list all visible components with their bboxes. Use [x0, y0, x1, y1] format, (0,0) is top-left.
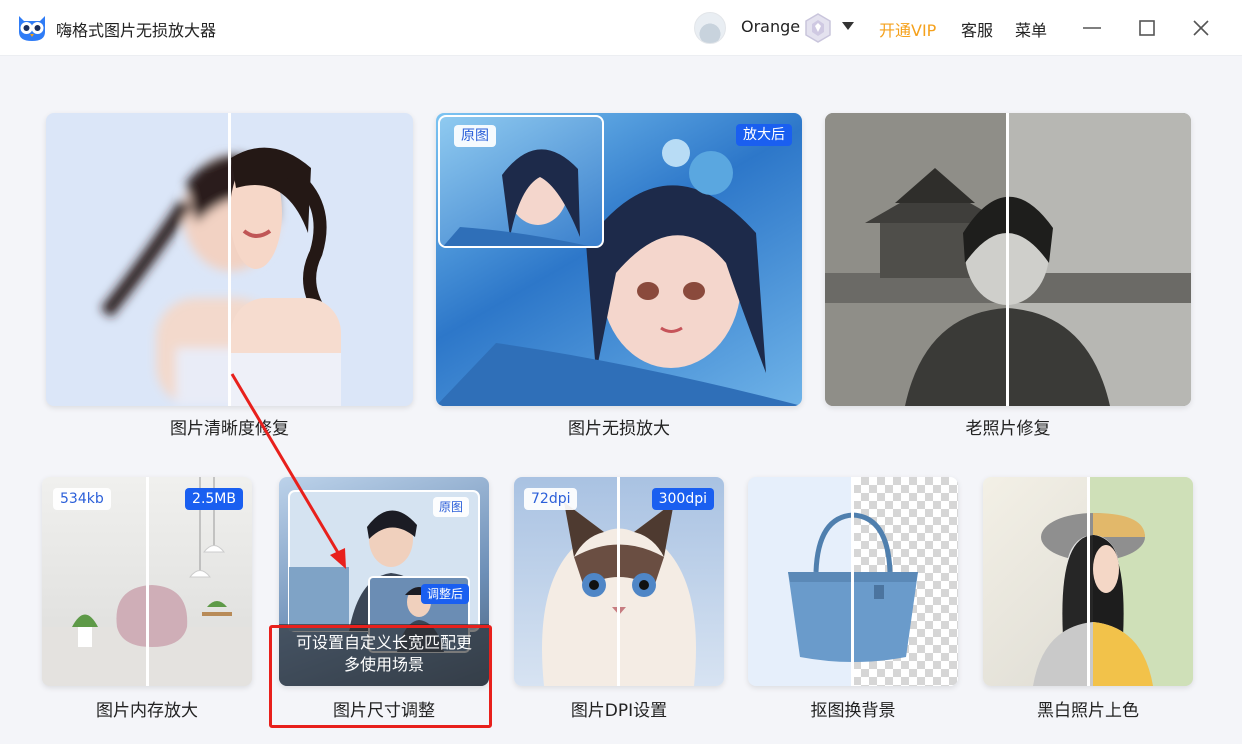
title-bar: 嗨格式图片无损放大器 Orange 开通VIP 客服 菜单 [0, 0, 1242, 56]
tag-original-dpi: 72dpi [524, 488, 578, 510]
tag-upscaled-size: 2.5MB [185, 488, 243, 510]
customer-service-link[interactable]: 客服 [961, 17, 993, 41]
username[interactable]: Orange [741, 17, 800, 36]
user-avatar[interactable] [694, 12, 726, 44]
open-vip-link[interactable]: 开通VIP [879, 17, 936, 41]
minimize-icon[interactable] [1078, 14, 1106, 42]
owl-logo-icon [19, 16, 45, 41]
chevron-down-icon[interactable] [840, 20, 856, 32]
menu-link[interactable]: 菜单 [1015, 17, 1047, 41]
compare-divider [1006, 113, 1009, 406]
vip-diamond-icon [805, 13, 831, 43]
tag-new-dpi: 300dpi [651, 488, 714, 510]
compare-divider [617, 477, 620, 686]
tag-upscaled: 放大后 [736, 124, 792, 146]
card-old-photo-label: 老照片修复 [965, 419, 1051, 439]
tag-original: 原图 [454, 125, 496, 147]
highlight-box [269, 625, 492, 728]
card-cutout-label: 抠图换背景 [810, 701, 896, 721]
tag-original-size: 534kb [53, 488, 111, 510]
compare-divider [228, 113, 231, 406]
maximize-icon[interactable] [1133, 14, 1161, 42]
card-colorize-label: 黑白照片上色 [1037, 701, 1139, 721]
card-old-photo-image [825, 113, 1191, 406]
compare-divider [146, 477, 149, 686]
compare-divider [1087, 477, 1090, 686]
card-cutout-image [748, 477, 958, 686]
tag-adjusted: 调整后 [421, 584, 470, 604]
card-dpi-label: 图片DPI设置 [570, 701, 668, 721]
card-sharpen-label: 图片清晰度修复 [170, 419, 289, 439]
card-upscale-label: 图片无损放大 [568, 419, 670, 439]
card-memory-image: 534kb 2.5MB [42, 477, 252, 686]
close-icon[interactable] [1187, 14, 1215, 42]
tag-original: 原图 [432, 497, 469, 517]
compare-divider [851, 477, 854, 686]
app-title: 嗨格式图片无损放大器 [56, 21, 217, 40]
card-dpi-image: 72dpi 300dpi [514, 477, 724, 686]
card-memory-label: 图片内存放大 [96, 701, 198, 721]
card-upscale-image: 原图 放大后 [436, 113, 802, 406]
card-sharpen-image [46, 113, 413, 406]
card-colorize-image [983, 477, 1193, 686]
